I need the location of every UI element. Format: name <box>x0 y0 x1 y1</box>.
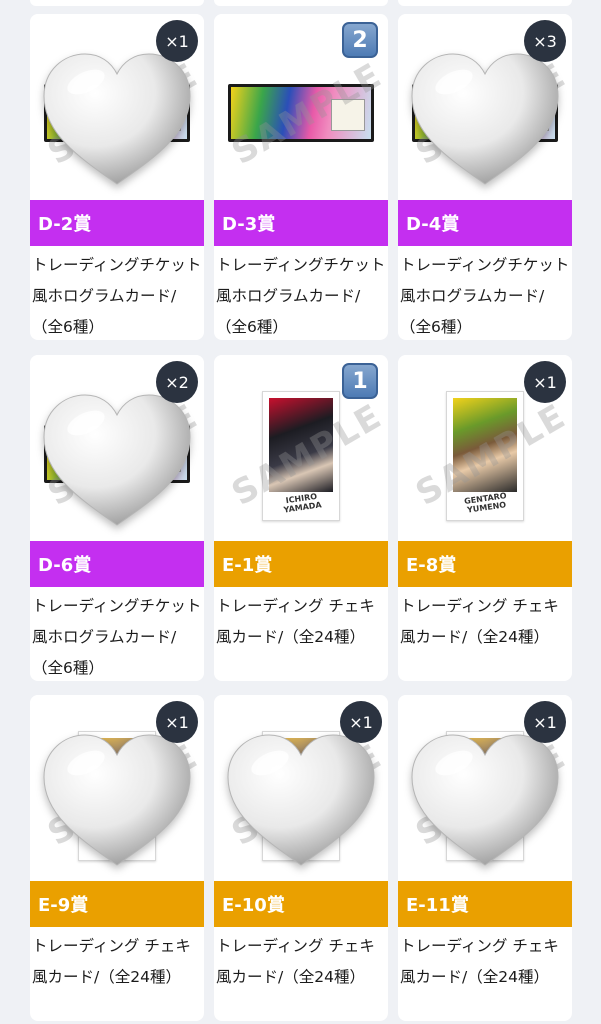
top-edge <box>0 0 601 10</box>
count-badge: ×1 <box>524 361 566 403</box>
prize-label: E-11賞 <box>398 881 572 927</box>
prize-card[interactable]: GENTARO YUMENO SAMPLE ×1 E-8賞 トレーディング チェキ風カー… <box>398 355 572 681</box>
prize-label: E-1賞 <box>214 541 388 587</box>
count-badge: ×1 <box>156 20 198 62</box>
prize-label: E-10賞 <box>214 881 388 927</box>
prize-description: トレーディング チェキ風カード/（全24種） <box>216 597 375 646</box>
prize-card[interactable]: SAMPLE 2 D-3賞 トレーディングチケット風ホログラムカード/（全6種） <box>214 14 388 340</box>
prize-description: トレーディング チェキ風カード/（全24種） <box>400 597 559 646</box>
heart-sticker-icon <box>40 50 194 190</box>
prize-card[interactable]: SAMPLE×1E-9賞トレーディング チェキ風カード/（全24種） <box>30 695 204 1021</box>
count-badge: ×3 <box>524 20 566 62</box>
prize-description: トレーディングチケット風ホログラムカード/（全6種） <box>32 256 202 336</box>
prize-label: E-9賞 <box>30 881 204 927</box>
heart-sticker-icon <box>40 391 194 531</box>
prize-label: E-8賞 <box>398 541 572 587</box>
count-badge: ×1 <box>340 701 382 743</box>
count-badge: ×1 <box>524 701 566 743</box>
count-badge: 1 <box>342 363 378 399</box>
heart-sticker-icon <box>40 731 194 871</box>
prize-description: トレーディングチケット風ホログラムカード/（全6種） <box>400 256 570 336</box>
previous-card-edge <box>30 0 204 6</box>
count-badge: ×2 <box>156 361 198 403</box>
prize-card[interactable]: SAMPLE×2D-6賞トレーディングチケット風ホログラムカード/（全6種） <box>30 355 204 681</box>
heart-sticker-icon <box>408 50 562 190</box>
heart-sticker-icon <box>408 731 562 871</box>
prize-description: トレーディング チェキ風カード/（全24種） <box>400 937 559 986</box>
prize-label: D-6賞 <box>30 541 204 587</box>
prize-description: トレーディングチケット風ホログラムカード/（全6種） <box>32 597 202 677</box>
count-badge: ×1 <box>156 701 198 743</box>
heart-sticker-icon <box>224 731 378 871</box>
prize-description: トレーディング チェキ風カード/（全24種） <box>216 937 375 986</box>
prize-card[interactable]: SAMPLE×1E-10賞トレーディング チェキ風カード/（全24種） <box>214 695 388 1021</box>
prize-label: D-3賞 <box>214 200 388 246</box>
previous-card-edge <box>398 0 572 6</box>
prize-label: D-4賞 <box>398 200 572 246</box>
prize-label: D-2賞 <box>30 200 204 246</box>
prize-description: トレーディング チェキ風カード/（全24種） <box>32 937 191 986</box>
prize-card[interactable]: SAMPLE×1E-11賞トレーディング チェキ風カード/（全24種） <box>398 695 572 1021</box>
prize-card[interactable]: ICHIRO YAMADA SAMPLE 1 E-1賞 トレーディング チェキ風カード/… <box>214 355 388 681</box>
previous-card-edge <box>214 0 388 6</box>
prize-description: トレーディングチケット風ホログラムカード/（全6種） <box>216 256 386 336</box>
prize-card[interactable]: SAMPLE×3D-4賞トレーディングチケット風ホログラムカード/（全6種） <box>398 14 572 340</box>
count-badge: 2 <box>342 22 378 58</box>
prize-card[interactable]: SAMPLE×1D-2賞トレーディングチケット風ホログラムカード/（全6種） <box>30 14 204 340</box>
